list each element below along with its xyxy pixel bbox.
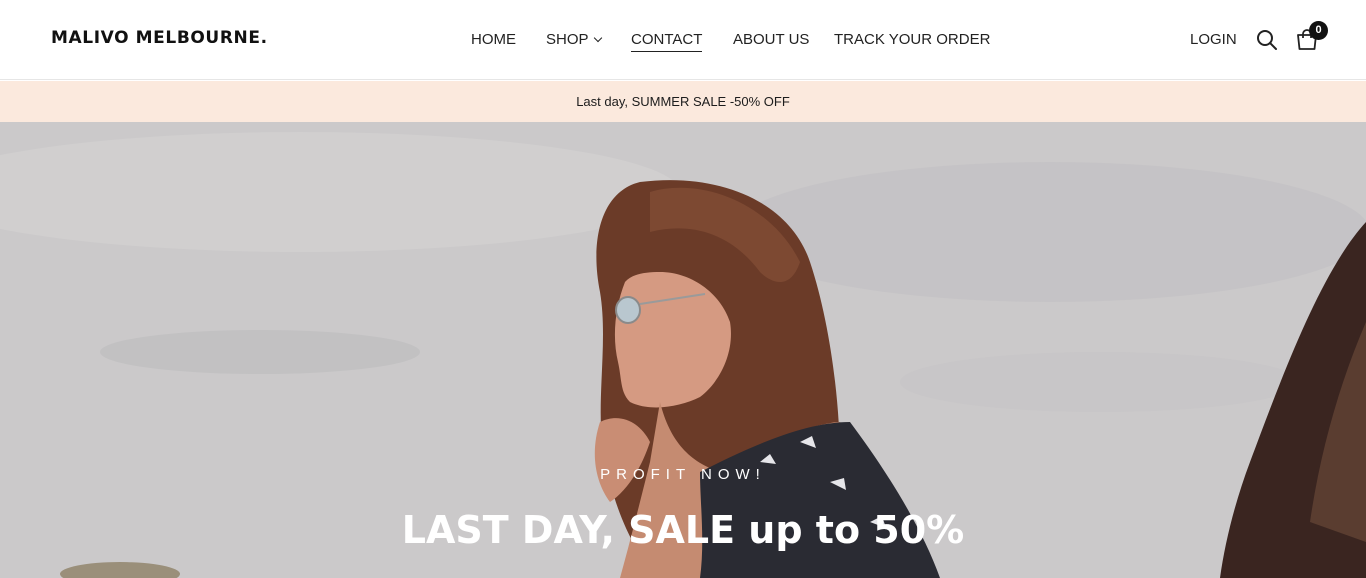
site-header: MALIVO MELBOURNE. HOME SHOP CONTACT ABOU… (0, 0, 1366, 80)
announcement-bar: Last day, SUMMER SALE -50% OFF (0, 81, 1366, 122)
login-link[interactable]: LOGIN (1190, 31, 1237, 48)
chevron-down-icon (593, 33, 602, 43)
nav-item-contact[interactable]: CONTACT (631, 31, 703, 52)
nav-item-label: ABOUT US (733, 31, 810, 48)
hero-title: LAST DAY, SALE up to 50% (401, 508, 965, 552)
nav-item-label: CONTACT (631, 31, 703, 52)
nav-item-label: HOME (471, 31, 516, 48)
hero-banner[interactable]: PROFIT NOW! LAST DAY, SALE up to 50% (0, 122, 1366, 578)
nav-item-label: TRACK YOUR ORDER (834, 31, 991, 48)
nav-item-home[interactable]: HOME (471, 31, 516, 48)
announcement-text: Last day, SUMMER SALE -50% OFF (576, 94, 790, 109)
nav-item-track-order[interactable]: TRACK YOUR ORDER (834, 31, 990, 48)
nav-item-shop[interactable]: SHOP (546, 31, 602, 48)
nav-item-label: SHOP (546, 31, 589, 48)
hero-eyebrow: PROFIT NOW! (600, 466, 766, 483)
cart-count-badge: 0 (1309, 21, 1328, 40)
search-icon[interactable] (1256, 29, 1278, 51)
nav-item-about-us[interactable]: ABOUT US (733, 31, 809, 48)
main-nav: HOME SHOP CONTACT ABOUT US TRACK YOUR OR… (0, 0, 1366, 80)
